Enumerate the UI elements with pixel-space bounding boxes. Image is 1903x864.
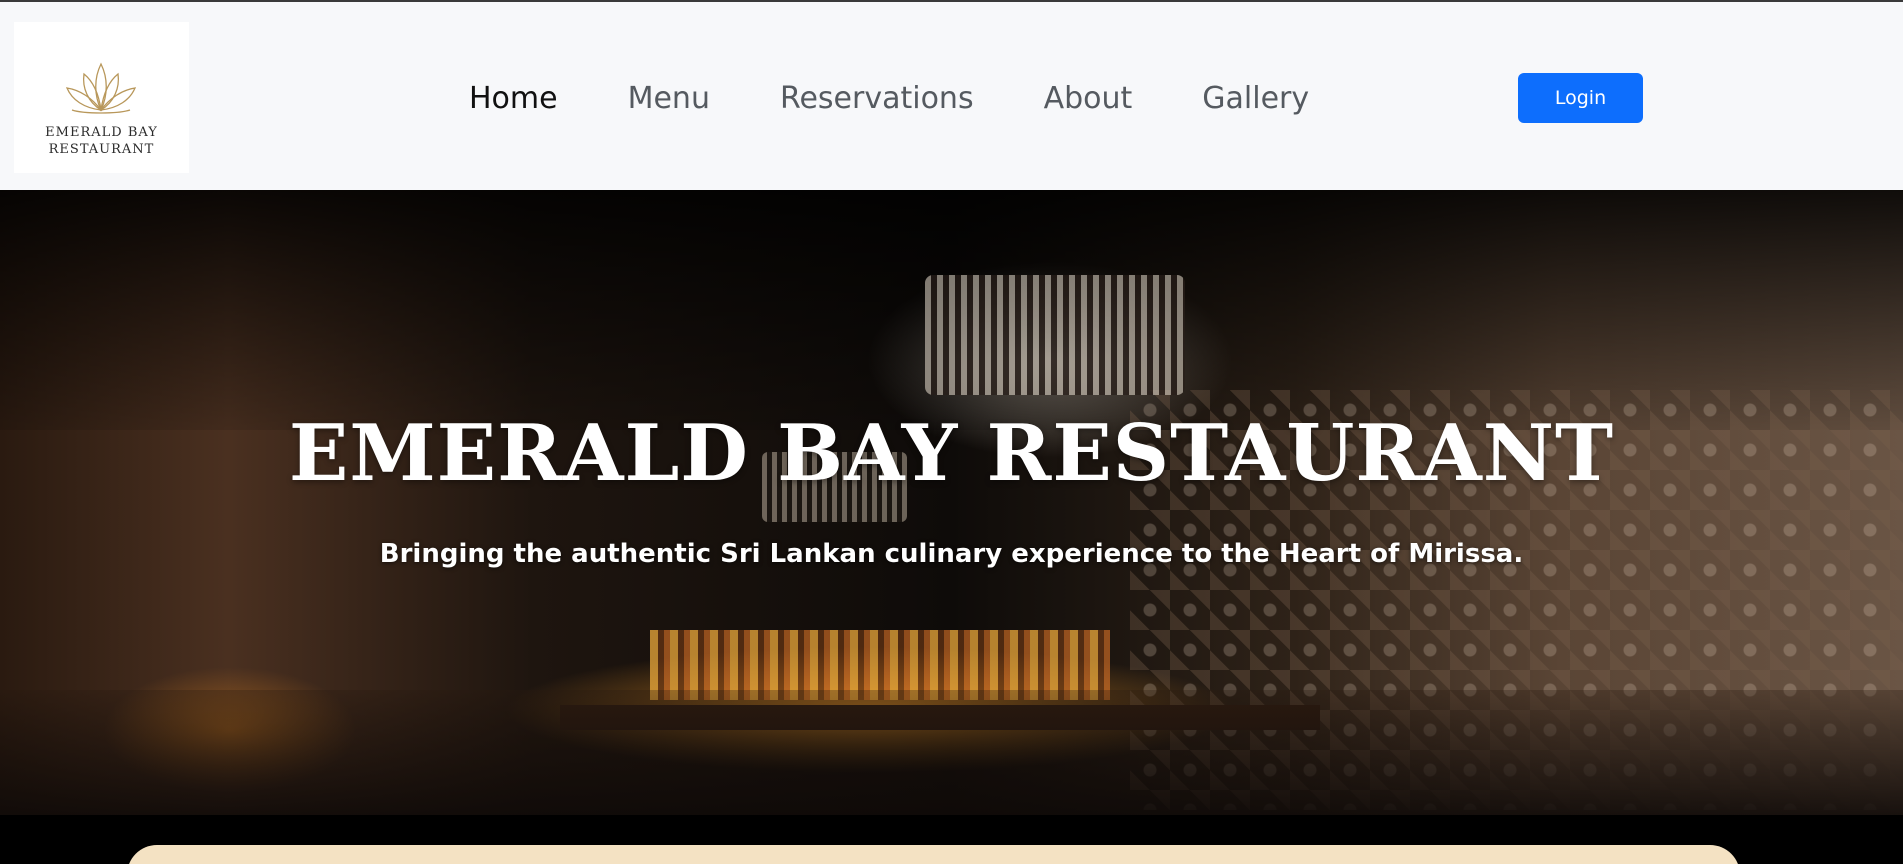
lotus-icon xyxy=(65,62,137,114)
main-nav: Home Menu Reservations About Gallery xyxy=(469,76,1379,122)
content-card xyxy=(127,845,1740,864)
nav-link-reservations[interactable]: Reservations xyxy=(780,76,974,122)
restaurant-logo[interactable]: EMERALD BAY RESTAURANT xyxy=(14,22,189,173)
nav-link-gallery[interactable]: Gallery xyxy=(1202,76,1309,122)
nav-link-home[interactable]: Home xyxy=(469,76,558,122)
hero-background-floor xyxy=(0,690,1903,815)
hero-banner: EMERALD BAY RESTAURANT Bringing the auth… xyxy=(0,190,1903,815)
login-button[interactable]: Login xyxy=(1518,73,1643,123)
hero-pendant-lamp xyxy=(925,275,1185,395)
logo-text-line1: EMERALD BAY xyxy=(45,125,158,140)
nav-link-menu[interactable]: Menu xyxy=(628,76,710,122)
hero-subtitle: Bringing the authentic Sri Lankan culina… xyxy=(379,539,1524,569)
hero-title: EMERALD BAY RESTAURANT xyxy=(288,408,1615,499)
navbar: EMERALD BAY RESTAURANT Home Menu Reserva… xyxy=(0,0,1903,190)
nav-link-about[interactable]: About xyxy=(1044,76,1133,122)
logo-text-line2: RESTAURANT xyxy=(48,142,155,157)
